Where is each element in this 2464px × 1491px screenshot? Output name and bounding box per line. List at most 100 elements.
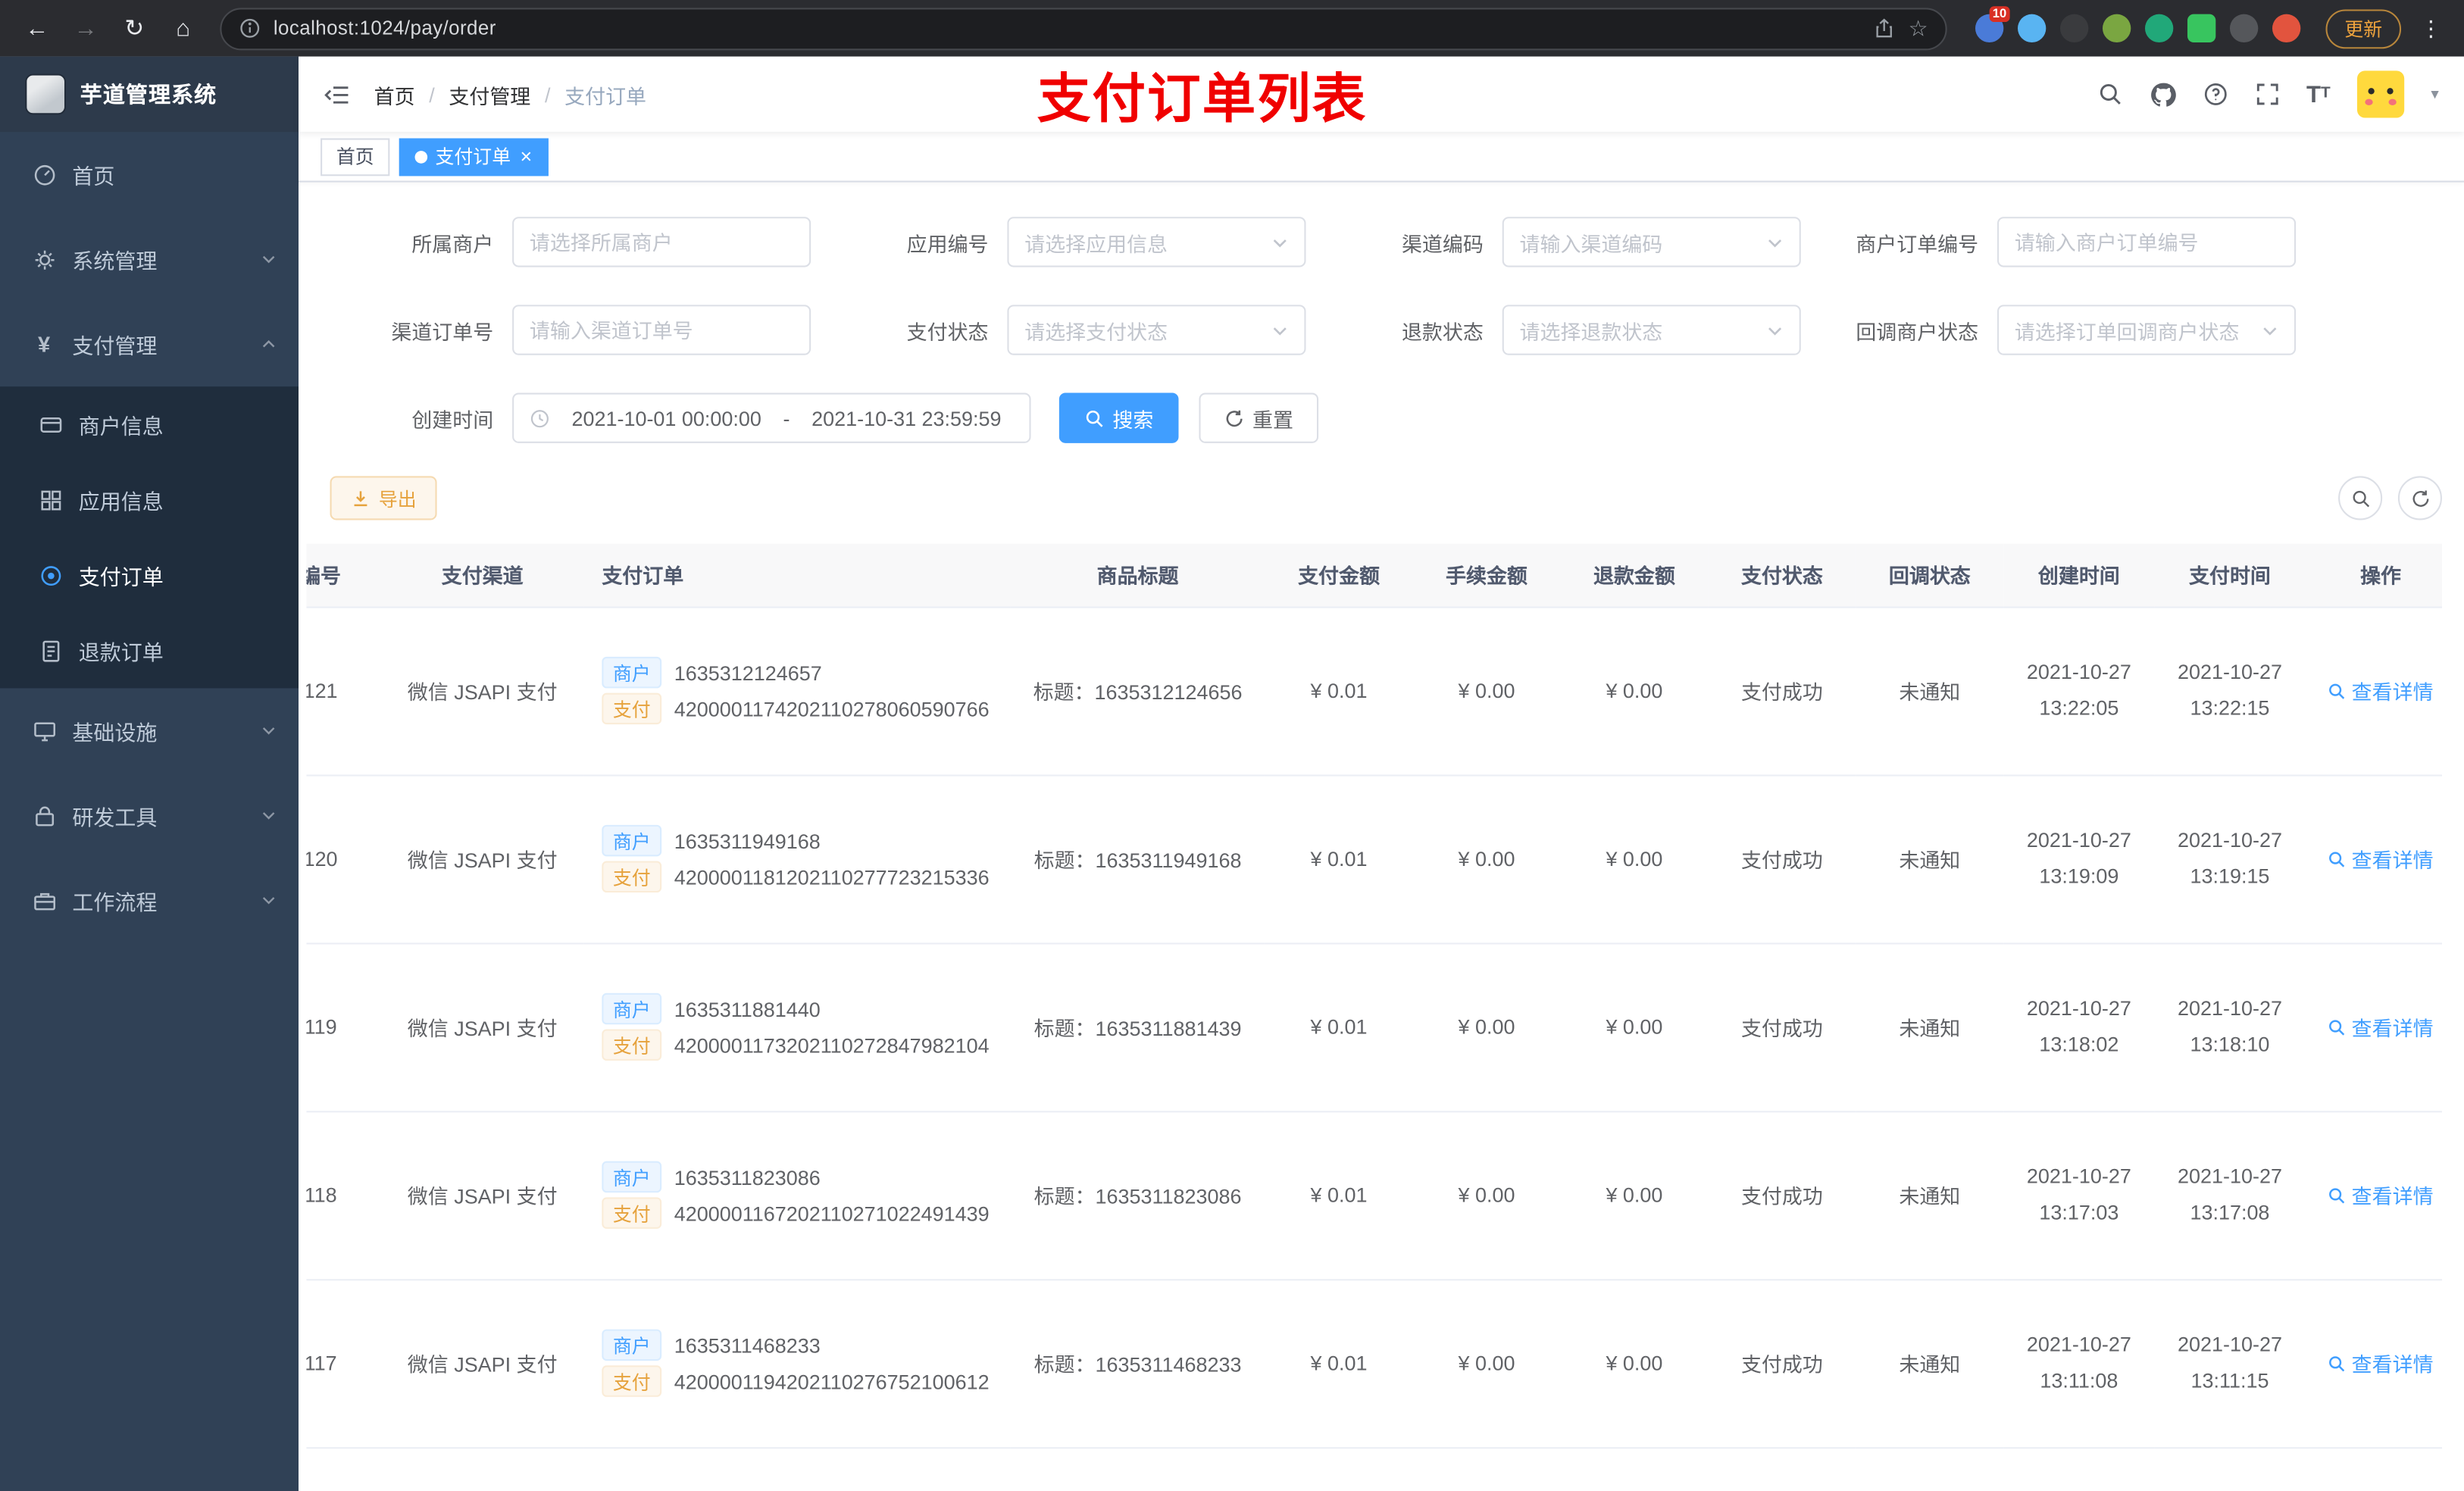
- merchant-input-field[interactable]: [529, 230, 794, 254]
- reset-button[interactable]: 重置: [1199, 392, 1319, 443]
- channel-order-no-input[interactable]: [512, 305, 811, 355]
- user-avatar[interactable]: [2356, 70, 2405, 118]
- extension-icon-7[interactable]: [2229, 14, 2259, 42]
- breadcrumb-home[interactable]: 首页: [374, 80, 415, 109]
- browser-profile-avatar[interactable]: [2272, 14, 2301, 42]
- cell-pay-time: 2021-10-27 13:18:10: [2154, 942, 2306, 1112]
- browser-home-button[interactable]: ⌂: [162, 7, 205, 49]
- filter-label-channel-order-no: 渠道订单号: [391, 320, 494, 344]
- browser-update-button[interactable]: 更新: [2325, 8, 2402, 48]
- date-separator: -: [783, 406, 790, 430]
- address-bar[interactable]: localhost:1024/pay/order ☆: [220, 7, 1947, 50]
- table-row: 117 微信 JSAPI 支付 商户 1635311468233 支付 4200…: [306, 1279, 2442, 1449]
- extension-icon-5[interactable]: [2144, 14, 2174, 42]
- browser-reload-button[interactable]: ↻: [113, 7, 155, 49]
- merchant-order-no-field[interactable]: [2014, 230, 2279, 254]
- pay-status-select[interactable]: 请选择支付状态: [1007, 305, 1306, 355]
- view-detail-link[interactable]: 查看详情: [2328, 676, 2434, 705]
- column-header-order: 支付订单: [583, 543, 1011, 608]
- sidebar-item-system[interactable]: 系统管理: [0, 217, 299, 302]
- fullscreen-icon[interactable]: [2255, 82, 2280, 107]
- cell-refund: [1560, 1447, 1709, 1491]
- sidebar-item-dev-tools[interactable]: 研发工具: [0, 773, 299, 858]
- merchant-tag: 商户: [602, 656, 662, 689]
- merchant-input[interactable]: [512, 217, 811, 267]
- cell-actions: 查看详情: [2305, 1111, 2442, 1280]
- merchant-tag: 商户: [602, 992, 662, 1025]
- top-navbar: 首页 / 支付管理 / 支付订单 支付订单列表 T T ▾: [299, 57, 2464, 133]
- filter-form: 所属商户 应用编号 请选择应用信息: [330, 217, 2442, 443]
- browser-forward-button[interactable]: →: [64, 7, 107, 49]
- cell-order: 商户 1635312124657 支付 42000011742021102780…: [583, 606, 1011, 776]
- help-icon[interactable]: [2203, 82, 2228, 107]
- orders-table: 编号 支付渠道 支付订单 商品标题 支付金额 手续金额 退款金额 支付状态 回调…: [306, 543, 2442, 1491]
- extension-icon-3[interactable]: [2059, 14, 2089, 42]
- column-header-actions: 操作: [2305, 543, 2442, 608]
- cell-amount: ¥ 0.01: [1265, 1111, 1413, 1280]
- search-icon[interactable]: [2097, 82, 2122, 107]
- github-icon[interactable]: [2150, 81, 2176, 108]
- sidebar-item-infrastructure[interactable]: 基础设施: [0, 688, 299, 773]
- sidebar-item-label: 退款订单: [78, 641, 164, 665]
- cell-fee: ¥ 0.00: [1412, 942, 1561, 1112]
- cell-create-time: 2021-10-27 13:17:03: [2003, 1111, 2155, 1280]
- create-time-range-picker[interactable]: 2021-10-01 00:00:00 - 2021-10-31 23:59:5…: [512, 392, 1031, 443]
- export-button[interactable]: 导出: [330, 476, 437, 520]
- cell-title: 标题：1635311949168: [1010, 774, 1265, 944]
- sidebar-logo[interactable]: 芋道管理系统: [0, 56, 299, 133]
- view-detail-link[interactable]: 查看详情: [2328, 1012, 2434, 1042]
- filter-label-merchant-order-no: 商户订单编号: [1856, 231, 1979, 256]
- site-info-icon[interactable]: [239, 17, 261, 39]
- view-detail-link[interactable]: 查看详情: [2328, 1348, 2434, 1377]
- avatar-caret-icon[interactable]: ▾: [2431, 86, 2438, 103]
- cell-title: 标题：1635312124656: [1010, 606, 1265, 776]
- pay-order-no: 4200001194202110276752100612: [674, 1369, 990, 1393]
- browser-menu-icon[interactable]: ⋮: [2414, 15, 2449, 42]
- app-select[interactable]: 请选择应用信息: [1007, 217, 1306, 267]
- channel-code-select[interactable]: 请输入渠道编码: [1502, 217, 1801, 267]
- search-icon: [2328, 681, 2347, 700]
- pay-order-no: 4200001173202110272847982104: [674, 1033, 990, 1057]
- notify-status-select[interactable]: 请选择订单回调商户状态: [1997, 305, 2297, 355]
- refresh-button[interactable]: [2397, 476, 2442, 520]
- url-text[interactable]: localhost:1024/pay/order: [274, 17, 1862, 39]
- sidebar-item-payment[interactable]: ¥ 支付管理: [0, 302, 299, 386]
- close-icon[interactable]: ×: [521, 146, 533, 167]
- toggle-search-button[interactable]: [2338, 476, 2383, 520]
- channel-order-no-field[interactable]: [529, 317, 794, 342]
- sidebar-item-app-info[interactable]: 应用信息: [0, 462, 299, 538]
- browser-back-button[interactable]: ←: [16, 7, 58, 49]
- tab-home[interactable]: 首页: [321, 137, 390, 176]
- sidebar-item-workflow[interactable]: 工作流程: [0, 858, 299, 942]
- extension-icon-1[interactable]: 10: [1975, 6, 2010, 42]
- sidebar-fold-icon[interactable]: [324, 83, 350, 106]
- breadcrumb-payment[interactable]: 支付管理: [449, 80, 530, 109]
- date-end[interactable]: 2021-10-31 23:59:59: [799, 406, 1014, 430]
- chevron-down-icon: [2261, 321, 2278, 339]
- cell-notify: [1856, 1447, 2004, 1491]
- extension-icon-6[interactable]: [2187, 14, 2216, 42]
- pay-tag: 支付: [602, 861, 662, 893]
- extension-icon-4[interactable]: [2102, 14, 2131, 42]
- view-detail-link[interactable]: 查看详情: [2328, 844, 2434, 874]
- column-header-notify: 回调状态: [1856, 543, 2004, 608]
- sidebar-item-merchant-info[interactable]: 商户信息: [0, 386, 299, 462]
- date-start[interactable]: 2021-10-01 00:00:00: [559, 406, 774, 430]
- cell-amount: ¥ 0.01: [1265, 1279, 1413, 1449]
- sidebar-item-home[interactable]: 首页: [0, 132, 299, 217]
- bookmark-star-icon[interactable]: ☆: [1909, 15, 1928, 42]
- share-icon[interactable]: [1874, 17, 1896, 39]
- cell-status: 支付成功: [1708, 606, 1856, 776]
- tab-pay-order[interactable]: 支付订单 ×: [399, 137, 549, 176]
- sidebar-item-pay-order[interactable]: 支付订单: [0, 537, 299, 613]
- filter-label-create-time: 创建时间: [411, 408, 494, 432]
- merchant-order-no-input[interactable]: [1997, 217, 2297, 267]
- font-size-icon[interactable]: TT: [2306, 83, 2331, 106]
- sidebar-item-refund-order[interactable]: 退款订单: [0, 613, 299, 689]
- extension-icon-2[interactable]: [2017, 14, 2047, 42]
- pay-tag: 支付: [602, 692, 662, 725]
- view-detail-link[interactable]: 查看详情: [2328, 1180, 2434, 1210]
- refund-status-select[interactable]: 请选择退款状态: [1502, 305, 1801, 355]
- cell-status: [1708, 1447, 1856, 1491]
- search-button[interactable]: 搜索: [1058, 392, 1179, 443]
